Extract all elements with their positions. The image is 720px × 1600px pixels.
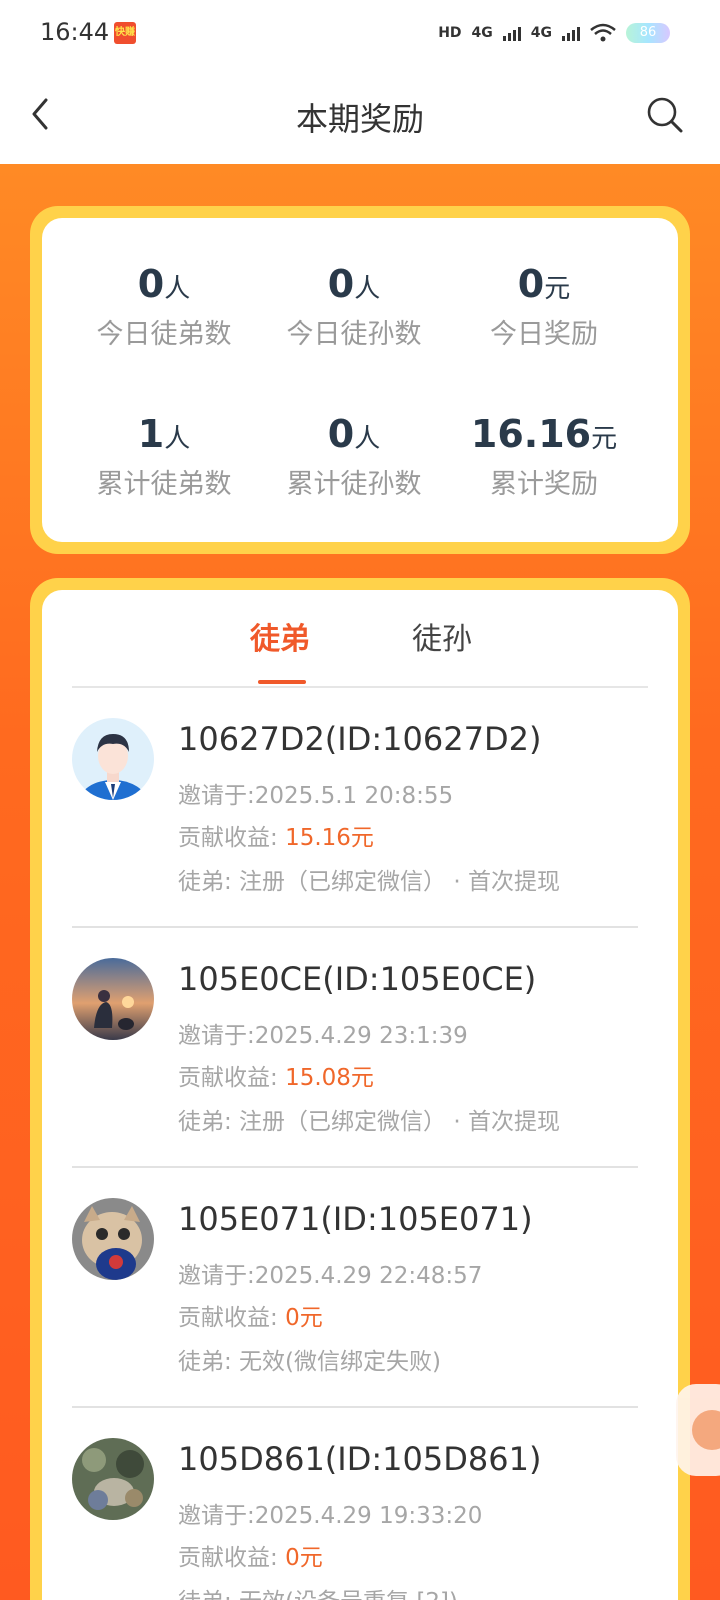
tab-grand-apprentices[interactable]: 徒孙 bbox=[412, 614, 472, 658]
member-row[interactable]: 105D861(ID:105D861) 邀请于:2025.4.29 19:33:… bbox=[72, 1408, 638, 1600]
stats-card: 0人 今日徒弟数 0人 今日徒孙数 0元 今日奖励 1人 累计徒弟数 0人 累计… bbox=[30, 206, 690, 554]
member-invite-time: 邀请于:2025.4.29 22:48:57 bbox=[178, 1263, 483, 1289]
member-contribution: 贡献收益: 15.16元 bbox=[178, 818, 374, 852]
stat-value: 16.16 bbox=[470, 412, 592, 456]
member-name: 105E071(ID:105E071) bbox=[178, 1200, 533, 1238]
stat-label: 累计奖励 bbox=[490, 469, 598, 500]
floating-button-icon bbox=[692, 1410, 720, 1450]
members-card: 徒弟 徒孙 10627D2(ID:10627D2) 邀请于:2025.5.1 2… bbox=[30, 578, 690, 1600]
member-contribution: 贡献收益: 0元 bbox=[178, 1538, 323, 1572]
stat-unit: 人 bbox=[354, 424, 381, 454]
stat-today-reward: 0元 今日奖励 bbox=[444, 262, 644, 351]
stat-label: 今日徒弟数 bbox=[96, 319, 232, 350]
contribution-amount: 15.08元 bbox=[285, 1065, 374, 1091]
avatar bbox=[72, 958, 154, 1040]
signal-bars-icon-2 bbox=[562, 25, 580, 41]
stat-today-grand-apprentices: 0人 今日徒孙数 bbox=[254, 262, 454, 351]
member-invite-time: 邀请于:2025.5.1 20:8:55 bbox=[178, 783, 454, 809]
nav-bar: 本期奖励 bbox=[0, 66, 720, 164]
member-name: 105E0CE(ID:105E0CE) bbox=[178, 960, 537, 998]
stat-value: 0 bbox=[517, 262, 545, 306]
stat-label: 今日徒孙数 bbox=[286, 319, 422, 350]
member-status: 徒弟: 无效(设备号重复 [2]) bbox=[178, 1582, 458, 1600]
contribution-amount: 0元 bbox=[285, 1305, 323, 1331]
stat-unit: 元 bbox=[591, 424, 618, 454]
stat-label: 累计徒孙数 bbox=[286, 469, 422, 500]
stat-value: 0 bbox=[327, 412, 355, 456]
tab-bar: 徒弟 徒孙 bbox=[42, 614, 678, 684]
member-name: 10627D2(ID:10627D2) bbox=[178, 720, 542, 758]
stat-value: 0 bbox=[327, 262, 355, 306]
contribution-label: 贡献收益: bbox=[178, 1545, 278, 1571]
member-row[interactable]: 105E071(ID:105E071) 邀请于:2025.4.29 22:48:… bbox=[72, 1168, 638, 1408]
contribution-amount: 0元 bbox=[285, 1545, 323, 1571]
member-contribution: 贡献收益: 15.08元 bbox=[178, 1058, 374, 1092]
contribution-label: 贡献收益: bbox=[178, 825, 278, 851]
stat-total-reward: 16.16元 累计奖励 bbox=[444, 412, 644, 501]
stat-label: 累计徒弟数 bbox=[96, 469, 232, 500]
page-title: 本期奖励 bbox=[295, 100, 424, 138]
search-icon[interactable] bbox=[646, 96, 684, 134]
member-invite-time: 邀请于:2025.4.29 23:1:39 bbox=[178, 1023, 468, 1049]
contribution-label: 贡献收益: bbox=[178, 1065, 278, 1091]
member-row[interactable]: 10627D2(ID:10627D2) 邀请于:2025.5.1 20:8:55… bbox=[72, 688, 638, 928]
signal-4g-label-1: 4G bbox=[471, 25, 493, 41]
stat-unit: 人 bbox=[164, 424, 191, 454]
member-name: 105D861(ID:105D861) bbox=[178, 1440, 542, 1478]
signal-bars-icon-1 bbox=[502, 25, 521, 41]
contribution-amount: 15.16元 bbox=[285, 825, 374, 851]
active-tab-indicator bbox=[258, 680, 306, 684]
stat-unit: 元 bbox=[544, 274, 571, 304]
member-status: 徒弟: 注册（已绑定微信） · 首次提现 bbox=[178, 869, 560, 895]
avatar bbox=[72, 1198, 154, 1280]
status-icons: HD 4G 4G 86 bbox=[438, 20, 670, 46]
stat-total-grand-apprentices: 0人 累计徒孙数 bbox=[254, 412, 454, 501]
tab-apprentices[interactable]: 徒弟 bbox=[250, 614, 310, 658]
wifi-icon bbox=[590, 23, 616, 42]
status-time: 16:44 bbox=[40, 18, 110, 46]
app-notification-icon: 快赚 bbox=[114, 22, 136, 44]
member-status: 徒弟: 注册（已绑定微信） · 首次提现 bbox=[178, 1109, 560, 1135]
member-invite-time: 邀请于:2025.4.29 19:33:20 bbox=[178, 1503, 483, 1529]
stat-label: 今日奖励 bbox=[490, 319, 598, 350]
battery-icon: 86 bbox=[626, 23, 670, 43]
stat-value: 1 bbox=[137, 412, 165, 456]
avatar bbox=[72, 1438, 154, 1520]
stat-unit: 人 bbox=[164, 274, 191, 304]
stat-today-apprentices: 0人 今日徒弟数 bbox=[64, 262, 264, 351]
stat-unit: 人 bbox=[354, 274, 381, 304]
stat-total-apprentices: 1人 累计徒弟数 bbox=[64, 412, 264, 501]
floating-action-button[interactable] bbox=[676, 1384, 720, 1476]
member-row[interactable]: 105E0CE(ID:105E0CE) 邀请于:2025.4.29 23:1:3… bbox=[72, 928, 638, 1168]
avatar bbox=[72, 718, 154, 800]
signal-4g-label-2: 4G bbox=[530, 25, 552, 41]
member-contribution: 贡献收益: 0元 bbox=[178, 1298, 323, 1332]
member-status: 徒弟: 无效(微信绑定失败) bbox=[178, 1349, 442, 1375]
status-bar: 16:44 快赚 HD 4G 4G 86 bbox=[0, 0, 720, 66]
hd-icon: HD bbox=[438, 25, 462, 41]
stat-value: 0 bbox=[137, 262, 165, 306]
contribution-label: 贡献收益: bbox=[178, 1305, 278, 1331]
